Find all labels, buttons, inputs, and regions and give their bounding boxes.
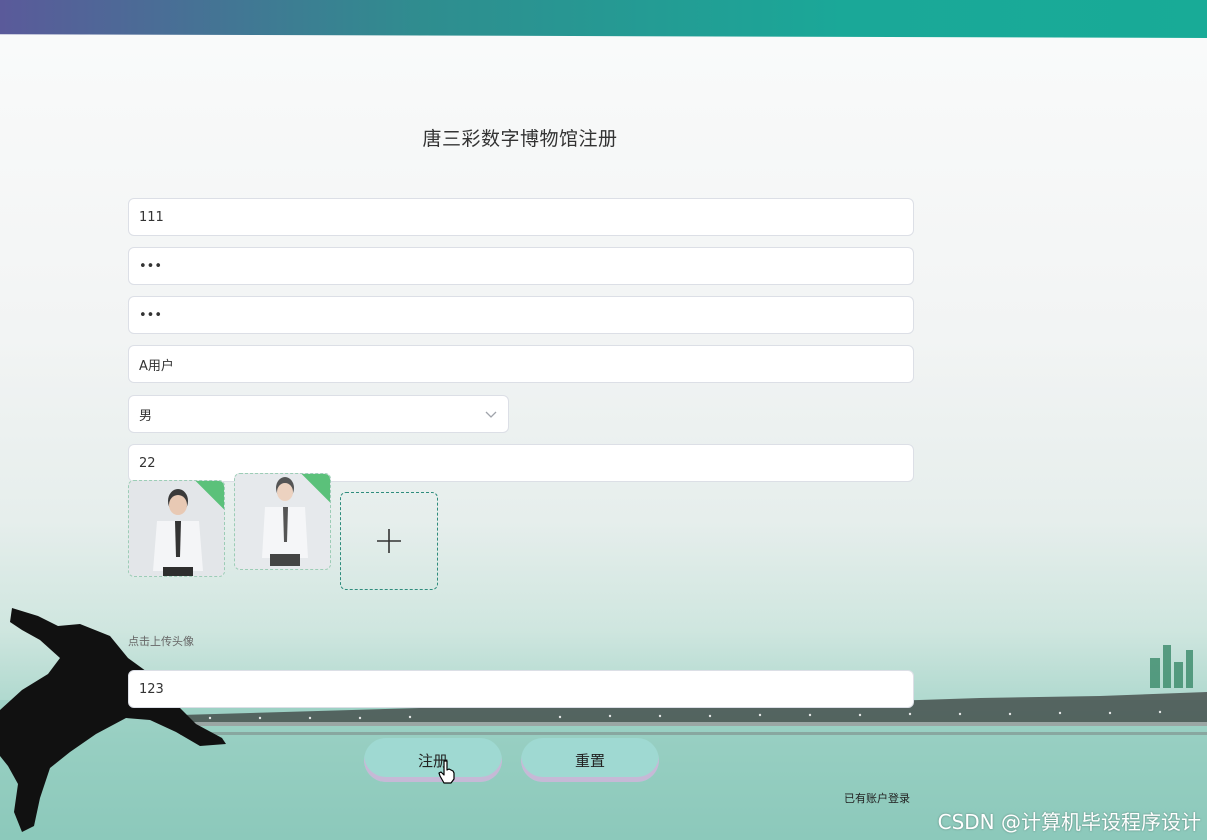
confirm-password-input[interactable] — [139, 307, 903, 323]
chevron-down-icon — [484, 407, 498, 421]
page-title: 唐三彩数字博物馆注册 — [422, 128, 618, 150]
avatar-thumbnail-2[interactable] — [234, 473, 331, 570]
age-input[interactable] — [139, 455, 903, 471]
password-field[interactable] — [128, 247, 914, 285]
login-link[interactable]: 已有账户登录 — [844, 790, 910, 806]
upload-hint: 点击上传头像 — [128, 635, 194, 648]
account-input[interactable] — [139, 209, 903, 225]
avatar-upload-button[interactable] — [340, 492, 438, 590]
plus-icon — [377, 529, 401, 553]
csdn-watermark: CSDN @计算机毕设程序设计 — [937, 810, 1201, 834]
phone-input[interactable] — [139, 681, 903, 697]
avatar-thumbnail-1[interactable] — [128, 480, 225, 577]
name-field[interactable] — [128, 345, 914, 383]
gender-value: 男 — [139, 408, 153, 424]
name-input[interactable] — [139, 356, 903, 372]
phone-field[interactable] — [128, 670, 914, 708]
register-button[interactable]: 注册 — [364, 738, 502, 782]
hand-cursor-icon — [438, 760, 455, 784]
top-header-bar — [0, 0, 1207, 38]
confirm-password-field[interactable] — [128, 296, 914, 334]
account-field[interactable] — [128, 198, 914, 236]
gender-select[interactable]: 男 — [128, 395, 509, 433]
password-input[interactable] — [139, 258, 903, 274]
reset-button[interactable]: 重置 — [521, 738, 659, 782]
